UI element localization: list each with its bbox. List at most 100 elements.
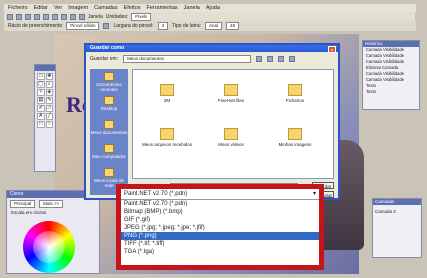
menu-edit[interactable]: Editar bbox=[34, 5, 48, 11]
gradient-tool-icon[interactable]: ▤ bbox=[37, 97, 45, 104]
bucket-tool-icon[interactable]: ◈ bbox=[45, 89, 53, 96]
main-toolbar: Janela Unidades: Pixels bbox=[4, 12, 415, 21]
back-icon[interactable] bbox=[256, 56, 263, 62]
file-type-option[interactable]: JPEG (*.jpg; *.jpeg; *.jpe; *.jfif) bbox=[121, 224, 319, 232]
undo-icon[interactable] bbox=[70, 13, 76, 20]
paste-icon[interactable] bbox=[61, 13, 67, 20]
folder-item[interactable]: Ficheiros bbox=[269, 84, 321, 103]
folder-icon bbox=[224, 128, 238, 140]
tools-panel: ▭ ✥ ◯ ⌕ ✧ ◈ ▤ ✎ ✐ ▱ A ╱ □ ○ bbox=[34, 64, 56, 172]
menu-bar: Ficheiro Editar Ver Imagem Camadas Efeit… bbox=[4, 4, 416, 12]
line-tool-icon[interactable]: ╱ bbox=[45, 113, 53, 120]
menu-layers[interactable]: Camadas bbox=[94, 5, 118, 11]
layers-panel: Camadas Camada 2 bbox=[372, 198, 422, 258]
place-desktop[interactable]: Desktop bbox=[90, 93, 128, 117]
file-type-option[interactable]: Bitmap (BMP) (*.bmp) bbox=[121, 208, 319, 216]
zoom-select[interactable]: Janela bbox=[88, 14, 103, 20]
folder-item[interactable]: Meus vídeos bbox=[205, 128, 257, 147]
places-bar: Documentos recentes Desktop Meus documen… bbox=[90, 69, 128, 195]
save-as-dialog: Guardar como × Guardar em: Meus document… bbox=[84, 43, 340, 200]
folder-item[interactable]: Minhas imagens bbox=[269, 128, 321, 147]
antialias-icon[interactable] bbox=[103, 23, 110, 29]
copy-icon[interactable] bbox=[52, 13, 58, 20]
color-wheel[interactable] bbox=[23, 221, 75, 273]
color-mode-select[interactable]: Principal bbox=[10, 200, 36, 208]
file-type-option-highlighted[interactable]: PNG (*.png) bbox=[121, 232, 319, 240]
file-type-selected: Paint.NET v2.70 (*.pdn) bbox=[124, 191, 188, 197]
select-tool-icon[interactable]: ▭ bbox=[37, 73, 45, 80]
units-select[interactable]: Pixels bbox=[131, 12, 152, 21]
menu-help[interactable]: Ajuda bbox=[206, 5, 220, 11]
brush-select[interactable]: Pincel sólido bbox=[66, 22, 100, 30]
new-folder-icon[interactable] bbox=[278, 56, 285, 62]
history-panel: Histórico Camada Visibilidade Camada Vis… bbox=[362, 40, 420, 110]
folder-icon bbox=[288, 128, 302, 140]
file-type-option[interactable]: Paint.NET v2.70 (*.pdn) bbox=[121, 200, 319, 208]
width-label: Largura do pincel: bbox=[113, 23, 154, 29]
my-documents-icon bbox=[104, 120, 114, 129]
folder-icon bbox=[288, 84, 302, 96]
place-my-computer[interactable]: Meu computador bbox=[90, 141, 128, 165]
move-tool-icon[interactable]: ✥ bbox=[45, 73, 53, 80]
brush-tool-icon[interactable]: ✎ bbox=[45, 97, 53, 104]
view-menu-icon[interactable] bbox=[289, 56, 296, 62]
folder-item[interactable]: FineHott files bbox=[205, 84, 257, 103]
colors-panel: Cores Principal Mais >> Escala em cinzas bbox=[6, 190, 100, 274]
folder-icon bbox=[160, 84, 174, 96]
up-folder-icon[interactable] bbox=[267, 56, 274, 62]
file-type-option[interactable]: TGA (*.tga) bbox=[121, 248, 319, 256]
menu-file[interactable]: Ficheiro bbox=[8, 5, 28, 11]
save-in-label: Guardar em: bbox=[90, 56, 119, 62]
dialog-title-text: Guardar como bbox=[90, 45, 125, 51]
menu-image[interactable]: Imagem bbox=[68, 5, 88, 11]
wand-tool-icon[interactable]: ✧ bbox=[37, 89, 45, 96]
lasso-tool-icon[interactable]: ◯ bbox=[37, 81, 45, 88]
network-places-icon bbox=[104, 168, 114, 177]
width-select[interactable]: 3 bbox=[157, 22, 169, 30]
menu-window[interactable]: Janela bbox=[184, 5, 200, 11]
folder-item[interactable]: Meus arquivos recebidos bbox=[141, 128, 193, 147]
units-label: Unidades: bbox=[105, 13, 129, 20]
font-select[interactable]: Arial bbox=[205, 22, 223, 30]
place-recent[interactable]: Documentos recentes bbox=[90, 69, 128, 93]
menu-view[interactable]: Ver bbox=[54, 5, 62, 11]
file-type-combo[interactable]: Paint.NET v2.70 (*.pdn) ▾ bbox=[121, 189, 319, 200]
chevron-down-icon[interactable]: ▾ bbox=[313, 189, 316, 199]
font-size-select[interactable]: 48 bbox=[226, 22, 240, 30]
menu-effects[interactable]: Efeitos bbox=[124, 5, 141, 11]
file-type-option[interactable]: GIF (*.gif) bbox=[121, 216, 319, 224]
my-computer-icon bbox=[104, 144, 114, 153]
recent-documents-icon bbox=[104, 72, 114, 81]
font-label: Tipo de letra: bbox=[172, 23, 202, 29]
file-list: 3M FineHott files Ficheiros Meus arquivo… bbox=[132, 69, 334, 179]
eraser-tool-icon[interactable]: ▱ bbox=[45, 105, 53, 112]
layer-item[interactable]: Camada 2 bbox=[373, 205, 421, 218]
save-in-select[interactable]: Meus documentos bbox=[123, 55, 252, 63]
folder-item[interactable]: 3M bbox=[141, 84, 193, 103]
color-scale-label: Escala em cinzas bbox=[11, 210, 47, 215]
tool-options-bar: Rácio de preenchimento Pincel sólido Lar… bbox=[4, 21, 416, 31]
zoom-tool-icon[interactable]: ⌕ bbox=[45, 81, 53, 88]
open-icon[interactable] bbox=[16, 13, 22, 20]
redo-icon[interactable] bbox=[79, 13, 85, 20]
more-colors-button[interactable]: Mais >> bbox=[39, 200, 64, 208]
text-tool-icon[interactable]: A bbox=[37, 113, 45, 120]
screenshot-frame: Ficheiro Editar Ver Imagem Camadas Efeit… bbox=[0, 0, 427, 278]
desktop-icon bbox=[104, 96, 114, 105]
file-type-option[interactable]: TIFF (*.tif; *.tiff) bbox=[121, 240, 319, 248]
print-icon[interactable] bbox=[34, 13, 40, 20]
rect-tool-icon[interactable]: □ bbox=[37, 121, 45, 128]
folder-icon bbox=[160, 128, 174, 140]
save-icon[interactable] bbox=[25, 13, 31, 20]
history-item[interactable]: Texto bbox=[363, 89, 419, 95]
dialog-title: Guardar como × bbox=[86, 45, 338, 53]
ellipse-tool-icon[interactable]: ○ bbox=[45, 121, 53, 128]
new-icon[interactable] bbox=[7, 13, 13, 20]
file-type-dropdown: Paint.NET v2.70 (*.pdn) ▾ Paint.NET v2.7… bbox=[116, 184, 324, 270]
menu-tools[interactable]: Ferramentas bbox=[146, 5, 177, 11]
place-my-documents[interactable]: Meus documentos bbox=[90, 117, 128, 141]
folder-icon bbox=[224, 84, 238, 96]
close-icon[interactable]: × bbox=[328, 46, 336, 53]
pencil-tool-icon[interactable]: ✐ bbox=[37, 105, 45, 112]
cut-icon[interactable] bbox=[43, 13, 49, 20]
